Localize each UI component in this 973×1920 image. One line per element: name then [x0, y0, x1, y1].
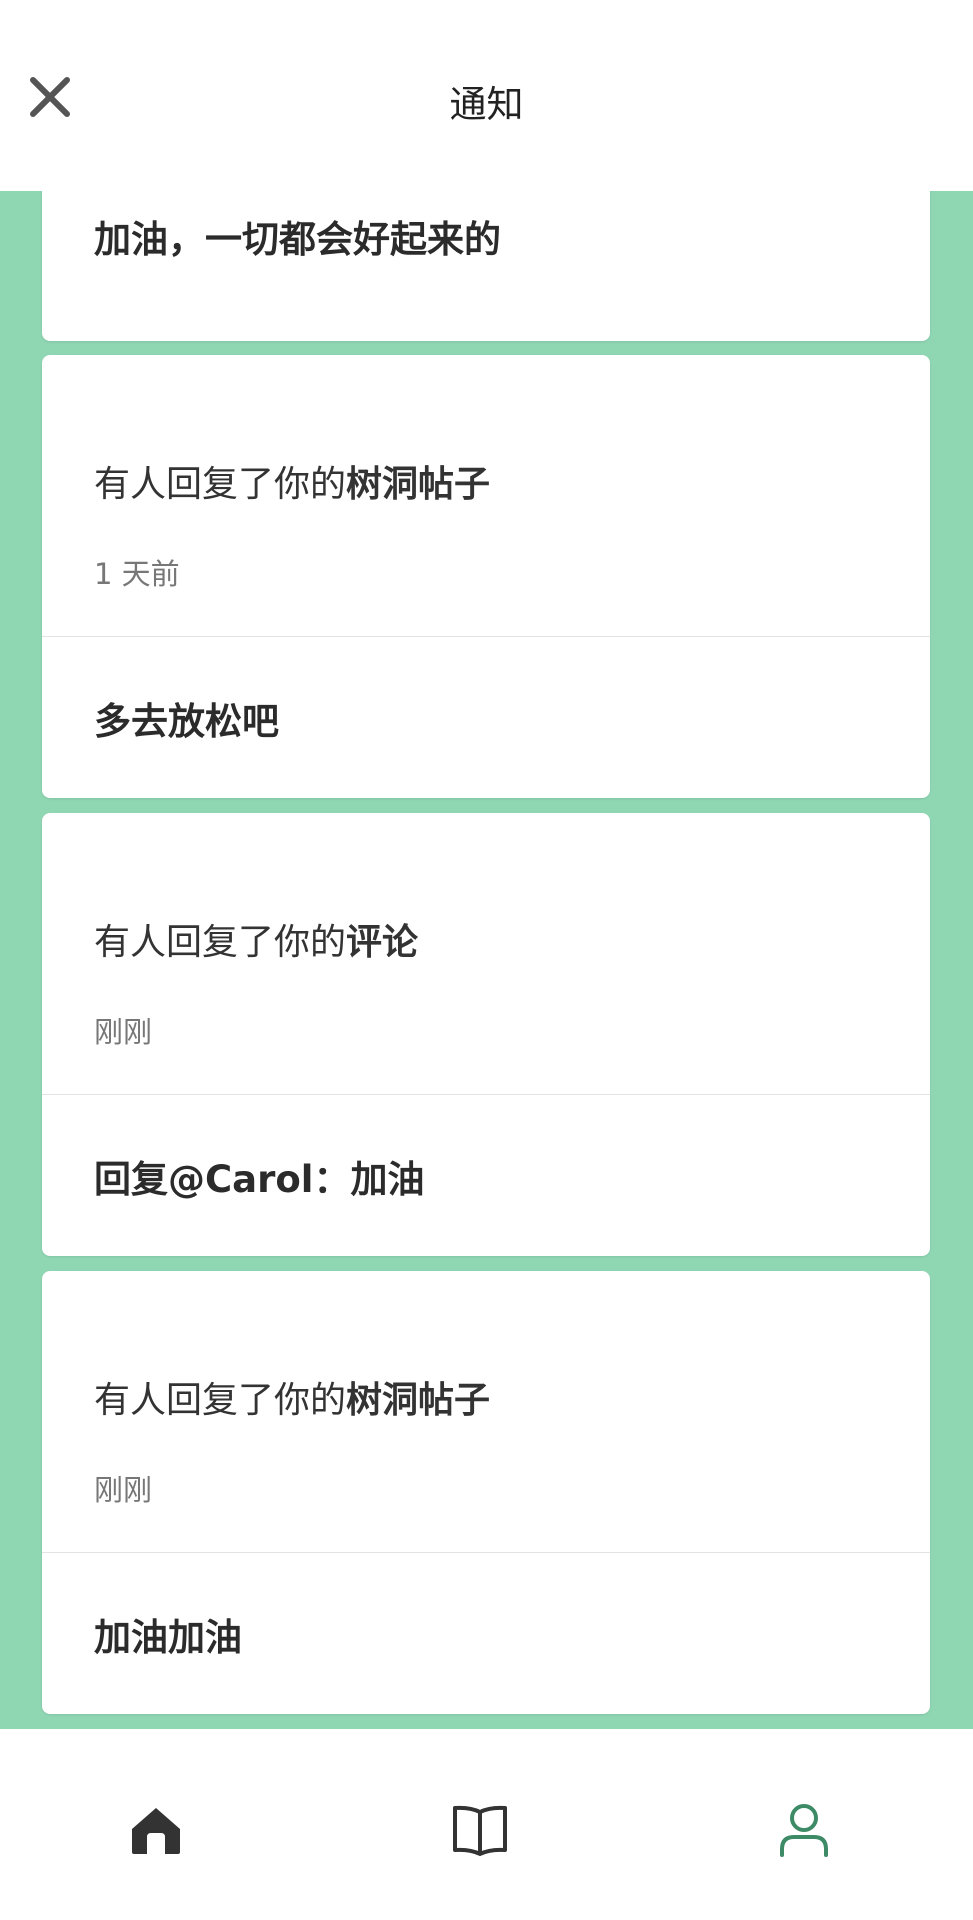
notification-header-area: 有人回复了你的评论 刚刚 — [42, 813, 930, 1095]
notification-card[interactable]: 有人回复了你的树洞帖子 刚刚 加油加油 — [42, 1271, 930, 1714]
notification-reply-text: 加油，一切都会好起来的 — [94, 218, 501, 261]
notification-list[interactable]: 加油，一切都会好起来的 有人回复了你的树洞帖子 1 天前 多去放松吧 有人回复了… — [0, 191, 973, 1729]
nav-profile[interactable] — [769, 1795, 839, 1865]
notification-time: 刚刚 — [94, 1473, 153, 1507]
notification-heading-target: 树洞帖子 — [346, 464, 491, 505]
notification-reply-area: 加油加油 — [42, 1553, 930, 1713]
notification-reply-area: 加油，一切都会好起来的 — [42, 191, 930, 341]
notification-reply-text: 加油加油 — [94, 1616, 242, 1659]
notification-reply-text: 多去放松吧 — [94, 700, 279, 743]
notifications-screen: 通知 加油，一切都会好起来的 有人回复了你的树洞帖子 1 天前 多去放松吧 有人… — [0, 0, 973, 1920]
notification-heading-target: 树洞帖子 — [346, 1380, 491, 1421]
notification-card[interactable]: 有人回复了你的评论 刚刚 回复@Carol：加油 — [42, 813, 930, 1256]
notification-reply-area: 多去放松吧 — [42, 637, 930, 797]
book-icon — [453, 1805, 507, 1856]
notification-heading-prefix: 有人回复了你的 — [94, 464, 347, 505]
notification-reply-area: 回复@Carol：加油 — [42, 1095, 930, 1255]
home-icon — [132, 1808, 180, 1854]
notification-header-area: 有人回复了你的树洞帖子 1 天前 — [42, 355, 930, 637]
notification-card[interactable]: 加油，一切都会好起来的 — [42, 191, 930, 341]
nav-home[interactable] — [121, 1795, 191, 1865]
notification-heading-prefix: 有人回复了你的 — [94, 1380, 347, 1421]
notification-heading-target: 评论 — [346, 922, 419, 963]
notification-heading: 有人回复了你的评论 — [94, 913, 418, 965]
notification-card[interactable]: 有人回复了你的树洞帖子 1 天前 多去放松吧 — [42, 355, 930, 798]
header: 通知 — [0, 0, 973, 191]
notification-time: 刚刚 — [94, 1015, 153, 1049]
notification-heading: 有人回复了你的树洞帖子 — [94, 1371, 490, 1423]
notification-time: 1 天前 — [94, 557, 180, 591]
notification-heading-prefix: 有人回复了你的 — [94, 922, 347, 963]
page-title: 通知 — [449, 83, 524, 126]
user-icon — [780, 1804, 828, 1857]
bottom-navigation — [0, 1729, 973, 1920]
notification-heading: 有人回复了你的树洞帖子 — [94, 455, 490, 507]
notification-reply-text: 回复@Carol：加油 — [94, 1158, 425, 1201]
nav-book[interactable] — [445, 1795, 515, 1865]
notification-header-area: 有人回复了你的树洞帖子 刚刚 — [42, 1271, 930, 1553]
